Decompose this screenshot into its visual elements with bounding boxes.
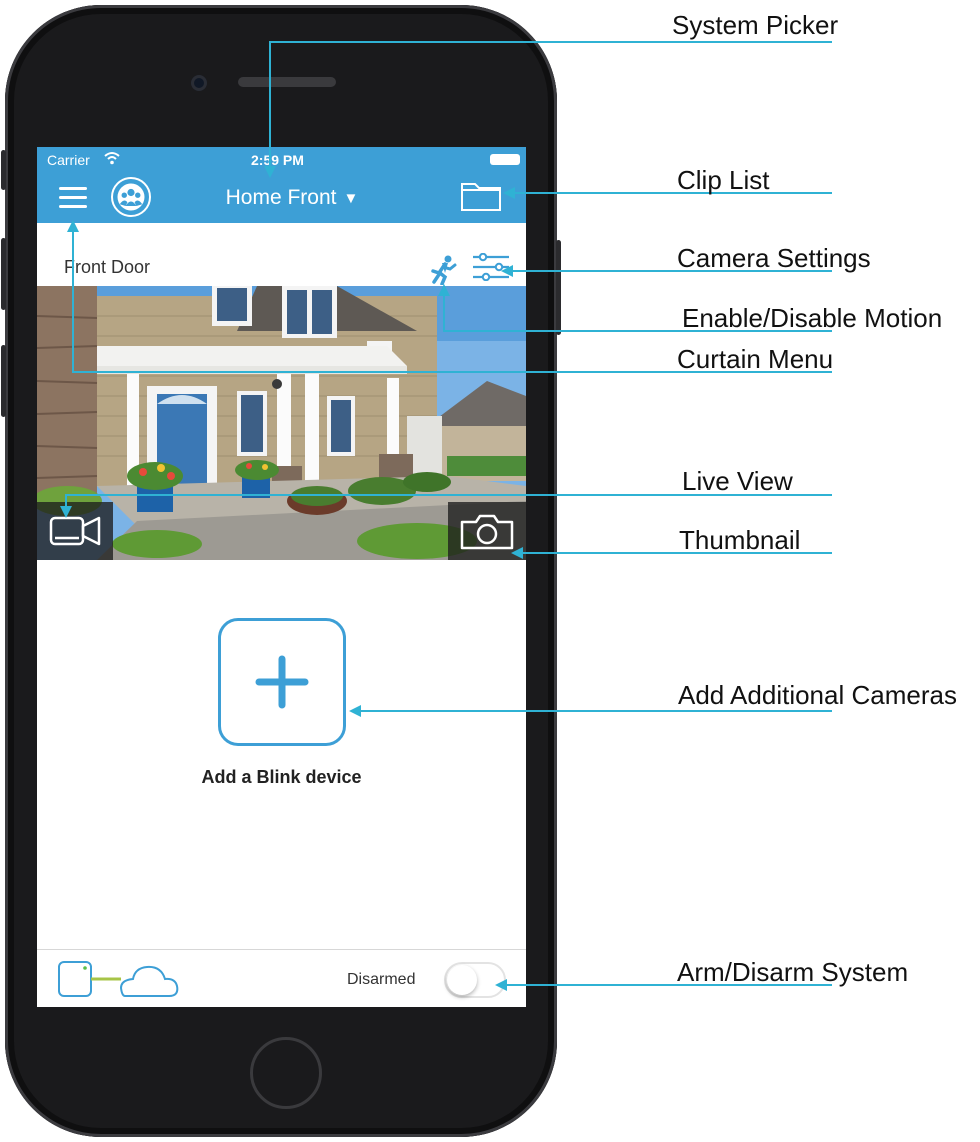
motion-callout: Enable/Disable Motion bbox=[682, 303, 943, 333]
curtain-menu-callout: Curtain Menu bbox=[677, 344, 834, 374]
arrowhead bbox=[503, 187, 515, 199]
system-picker-callout: System Picker bbox=[672, 10, 839, 40]
arrowhead bbox=[438, 284, 450, 296]
add-cameras-callout: Add Additional Cameras bbox=[678, 680, 957, 710]
arrowhead bbox=[501, 265, 513, 277]
arrowhead bbox=[67, 220, 79, 232]
arm-disarm-callout: Arm/Disarm System bbox=[677, 957, 909, 987]
clip-list-callout: Clip List bbox=[677, 165, 770, 195]
arrowhead bbox=[349, 705, 361, 717]
system-picker-leader bbox=[269, 41, 832, 172]
arrowhead bbox=[264, 166, 276, 178]
arrowhead bbox=[511, 547, 523, 559]
arrowhead bbox=[60, 506, 72, 518]
thumbnail-callout: Thumbnail bbox=[679, 525, 801, 555]
live-view-callout: Live View bbox=[682, 466, 793, 496]
live-view-leader bbox=[65, 494, 832, 512]
camera-settings-callout: Camera Settings bbox=[677, 243, 871, 273]
arrowhead bbox=[495, 979, 507, 991]
